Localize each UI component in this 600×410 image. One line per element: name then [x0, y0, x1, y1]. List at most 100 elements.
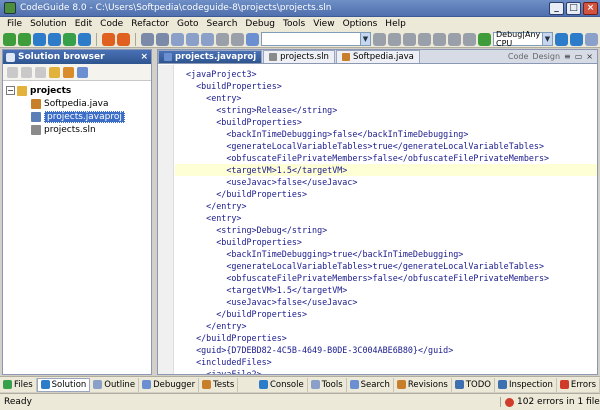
chevron-down-icon[interactable]: ▼ [542, 33, 552, 45]
step-icon[interactable] [585, 32, 598, 46]
delete-icon[interactable] [35, 66, 46, 78]
package-icon[interactable] [63, 66, 74, 78]
tree-item[interactable]: projects.javaproj [3, 110, 151, 123]
redo-icon[interactable] [231, 32, 244, 46]
split-icon[interactable]: ▭ [575, 52, 583, 61]
bottom-tab-console[interactable]: Console [256, 377, 308, 392]
tree-item[interactable]: projects.sln [3, 123, 151, 136]
menu-options[interactable]: Options [339, 19, 382, 29]
close-button[interactable]: × [583, 1, 598, 15]
menu-help[interactable]: Help [381, 19, 410, 29]
bottom-tab-label: Search [360, 379, 390, 390]
bottom-tab-files[interactable]: Files [0, 377, 37, 392]
tab-projects-javaproj[interactable]: projects.javaproj [158, 50, 263, 63]
home-icon[interactable] [33, 32, 46, 46]
minimize-button[interactable]: _ [549, 1, 564, 15]
build-icon[interactable] [478, 32, 491, 46]
menu-view[interactable]: View [309, 19, 338, 29]
bottom-tab-tests[interactable]: Tests [199, 377, 239, 392]
menu-bar: File Solution Edit Code Refactor Goto Search De… [0, 17, 600, 31]
tool-icon[interactable] [463, 32, 476, 46]
info-icon[interactable] [78, 32, 91, 46]
run-icon[interactable] [555, 32, 568, 46]
open-icon[interactable] [21, 66, 32, 78]
bottom-tabs-left: Files Solution Outline Debugger Tests [0, 377, 239, 393]
menu-debug[interactable]: Debug [241, 19, 279, 29]
new-file-icon[interactable] [7, 66, 18, 78]
tab-projects-sln[interactable]: projects.sln [263, 50, 335, 63]
bottom-tab-label: Revisions [407, 379, 448, 390]
tool-icon[interactable] [433, 32, 446, 46]
back-icon[interactable] [3, 32, 16, 46]
close-icon[interactable]: × [586, 52, 593, 61]
search-combo[interactable]: ▼ [261, 32, 371, 46]
menu-icon[interactable]: ≡ [564, 52, 571, 61]
paste-icon[interactable] [201, 32, 214, 46]
close-icon[interactable]: × [140, 52, 148, 62]
bottom-tab-revisions[interactable]: Revisions [394, 377, 452, 392]
menu-tools[interactable]: Tools [279, 19, 309, 29]
tree-item-label: Softpedia.java [44, 98, 109, 109]
chevron-down-icon[interactable]: ▼ [360, 33, 370, 45]
code-line: <buildProperties> [186, 237, 302, 247]
forward-icon[interactable] [18, 32, 31, 46]
undo-icon[interactable] [216, 32, 229, 46]
tool-icon[interactable] [388, 32, 401, 46]
folder-icon[interactable] [49, 66, 60, 78]
clear-icon[interactable] [117, 32, 130, 46]
bottom-tab-debugger[interactable]: Debugger [139, 377, 200, 392]
menu-goto[interactable]: Goto [173, 19, 203, 29]
tab-label: projects.sln [280, 52, 329, 62]
config-combo[interactable]: Debug|Any CPU ▼ [493, 30, 553, 48]
tree-item-label: projects.sln [44, 124, 96, 135]
menu-search[interactable]: Search [203, 19, 242, 29]
copy-icon[interactable] [186, 32, 199, 46]
cut-icon[interactable] [171, 32, 184, 46]
menu-solution[interactable]: Solution [26, 19, 71, 29]
solution-tree: − projects Softpedia.java projects.javapr… [3, 81, 151, 136]
tool-icon[interactable] [373, 32, 386, 46]
refresh-icon[interactable] [48, 32, 61, 46]
stop-icon[interactable] [102, 32, 115, 46]
tool-icon[interactable] [418, 32, 431, 46]
bottom-tab-inspection[interactable]: Inspection [495, 377, 557, 392]
bottom-tab-solution[interactable]: Solution [36, 377, 91, 392]
settings-icon[interactable] [77, 66, 88, 78]
app-icon [4, 2, 16, 14]
bottom-tab-outline[interactable]: Outline [90, 377, 140, 392]
bottom-tab-errors[interactable]: Errors [557, 377, 600, 392]
save-icon[interactable] [141, 32, 154, 46]
bottom-tab-search[interactable]: Search [347, 377, 394, 392]
maximize-button[interactable]: □ [566, 1, 581, 15]
bottom-tab-label: Console [269, 379, 304, 390]
bottom-tab-label: Outline [104, 379, 136, 390]
menu-edit[interactable]: Edit [71, 19, 96, 29]
tab-label: Softpedia.java [352, 52, 414, 62]
bottom-tab-todo[interactable]: TODO [452, 377, 495, 392]
code-area[interactable]: <javaProject3> <buildProperties> <entry>… [158, 65, 597, 374]
menu-file[interactable]: File [3, 19, 26, 29]
title-bar: CodeGuide 8.0 - C:\Users\Softpedia\codeg… [0, 0, 600, 17]
collapse-icon[interactable]: − [6, 86, 15, 95]
error-count[interactable]: 102 errors in 1 file [500, 397, 600, 407]
menu-code[interactable]: Code [96, 19, 127, 29]
code-line: <guid>{D7DEBD82-4C5B-4649-B0DE-3C004ABE6… [186, 345, 454, 355]
find-icon[interactable] [246, 32, 259, 46]
code-line: <useJavac>false</useJavac> [186, 177, 358, 187]
print-icon[interactable] [156, 32, 169, 46]
tool-icon[interactable] [403, 32, 416, 46]
menu-refactor[interactable]: Refactor [127, 19, 173, 29]
debug-icon[interactable] [570, 32, 583, 46]
tool-icon[interactable] [448, 32, 461, 46]
view-mode-switch: Code Design ≡ ▭ × [508, 50, 597, 63]
status-bar: Ready 102 errors in 1 file [0, 393, 600, 410]
code-line: <entry> [186, 93, 242, 103]
bottom-tab-label: Errors [570, 379, 596, 390]
tab-softpedia-java[interactable]: Softpedia.java [335, 50, 420, 63]
view-mode-code[interactable]: Code [508, 52, 528, 61]
add-icon[interactable] [63, 32, 76, 46]
view-mode-design[interactable]: Design [532, 52, 560, 61]
tree-item[interactable]: Softpedia.java [3, 97, 151, 110]
bottom-tab-tools[interactable]: Tools [308, 377, 347, 392]
tree-root[interactable]: − projects [3, 84, 151, 97]
